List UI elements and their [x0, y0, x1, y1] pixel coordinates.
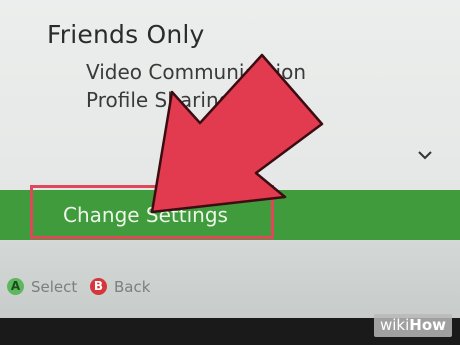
pointer-arrow-icon	[150, 53, 324, 214]
watermark-how: How	[409, 316, 446, 334]
watermark-wiki: wiki	[379, 316, 410, 334]
wikihow-watermark: wikiHow	[373, 314, 452, 337]
